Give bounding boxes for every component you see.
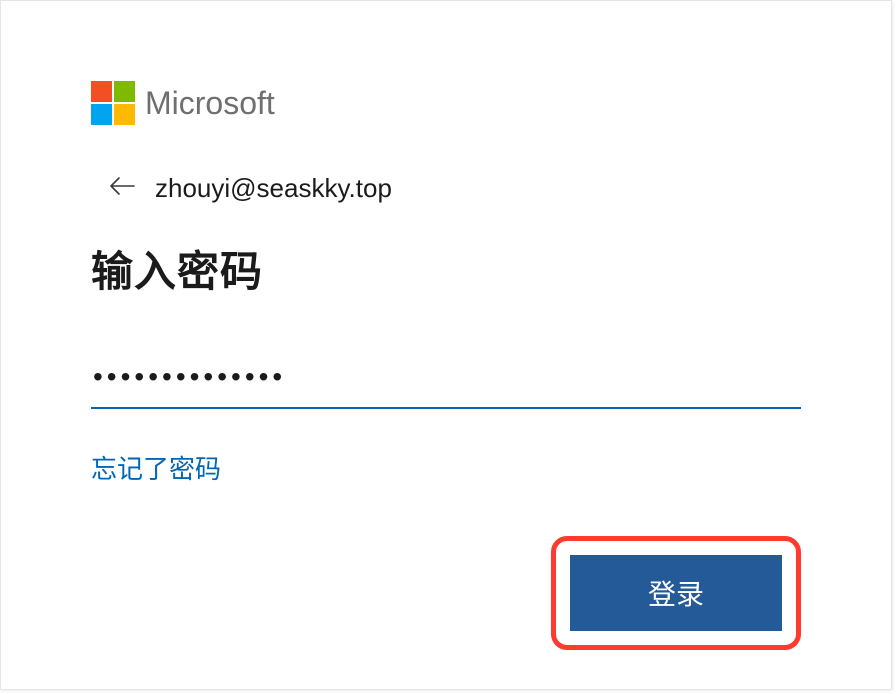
back-arrow-icon[interactable]	[109, 176, 135, 201]
signin-button[interactable]: 登录	[570, 555, 782, 631]
microsoft-logo-icon	[91, 81, 135, 125]
button-row: 登录	[91, 536, 801, 650]
identity-row: zhouyi@seaskky.top	[91, 173, 801, 204]
signin-highlight-box: 登录	[551, 536, 801, 650]
page-title: 输入密码	[91, 238, 801, 299]
brand-name: Microsoft	[145, 85, 275, 122]
identity-email: zhouyi@seaskky.top	[155, 173, 392, 204]
password-input[interactable]	[91, 353, 801, 409]
forgot-password-link[interactable]: 忘记了密码	[91, 449, 221, 486]
login-card: Microsoft zhouyi@seaskky.top 输入密码 忘记了密码 …	[0, 0, 892, 690]
brand-logo-row: Microsoft	[91, 81, 801, 125]
